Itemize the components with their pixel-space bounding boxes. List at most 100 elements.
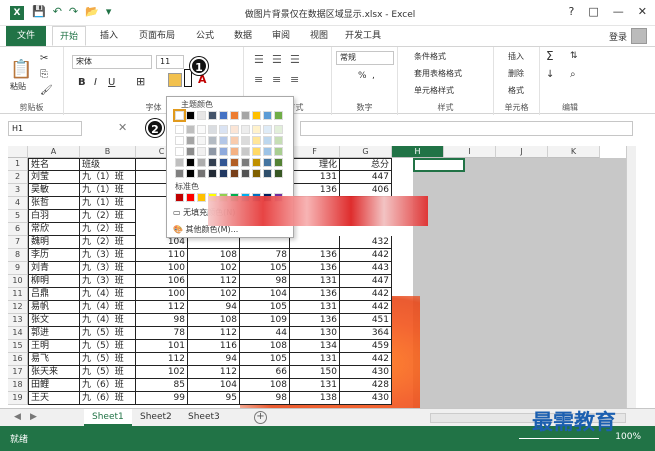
table-cell[interactable]: 张天来 bbox=[28, 366, 80, 379]
row-header[interactable]: 8 bbox=[8, 249, 28, 262]
format-as-table-button[interactable]: 套用表格格式 bbox=[414, 68, 462, 79]
table-cell[interactable]: 99 bbox=[136, 392, 188, 405]
table-cell[interactable]: 100 bbox=[136, 262, 188, 275]
cancel-icon[interactable]: ✕ bbox=[118, 121, 127, 134]
tab-data[interactable]: 数据 bbox=[226, 26, 260, 46]
table-cell[interactable]: 447 bbox=[340, 275, 392, 288]
theme-color-swatch[interactable] bbox=[263, 136, 272, 145]
table-cell[interactable]: 刘青 bbox=[28, 262, 80, 275]
theme-color-swatch[interactable] bbox=[186, 136, 195, 145]
theme-color-swatch[interactable] bbox=[175, 158, 184, 167]
table-cell[interactable]: 112 bbox=[188, 366, 240, 379]
table-cell[interactable]: 101 bbox=[136, 340, 188, 353]
theme-color-swatch[interactable] bbox=[274, 111, 283, 120]
table-cell[interactable]: 430 bbox=[340, 366, 392, 379]
column-header-a[interactable]: A bbox=[28, 146, 80, 158]
table-cell[interactable]: 105 bbox=[240, 353, 290, 366]
table-cell[interactable]: 112 bbox=[188, 327, 240, 340]
table-cell[interactable]: 109 bbox=[240, 314, 290, 327]
login-link[interactable]: 登录 bbox=[609, 30, 627, 43]
table-cell[interactable]: 九（5）班 bbox=[80, 340, 136, 353]
theme-color-swatch[interactable] bbox=[197, 136, 206, 145]
font-size-select[interactable]: 11 bbox=[156, 55, 184, 69]
theme-color-swatch[interactable] bbox=[219, 147, 228, 156]
row-header[interactable]: 2 bbox=[8, 171, 28, 184]
theme-color-swatch[interactable] bbox=[219, 158, 228, 167]
theme-color-swatch[interactable] bbox=[252, 169, 261, 178]
save-icon[interactable]: 💾 bbox=[32, 5, 46, 18]
conditional-format-button[interactable]: 条件格式 bbox=[414, 51, 446, 62]
theme-color-swatch[interactable] bbox=[252, 136, 261, 145]
table-cell[interactable]: 九（1）班 bbox=[80, 171, 136, 184]
table-cell[interactable]: 吕鼎 bbox=[28, 288, 80, 301]
theme-color-swatch[interactable] bbox=[241, 125, 250, 134]
table-cell[interactable]: 王明 bbox=[28, 340, 80, 353]
cell-styles-button[interactable]: 单元格样式 bbox=[414, 85, 454, 96]
close-button[interactable]: ✕ bbox=[638, 5, 647, 18]
help-button[interactable]: ? bbox=[569, 5, 575, 18]
table-cell[interactable]: 九（1）班 bbox=[80, 184, 136, 197]
theme-color-swatch[interactable] bbox=[219, 136, 228, 145]
table-cell[interactable]: 106 bbox=[136, 275, 188, 288]
next-sheet-icon[interactable]: ▶ bbox=[30, 412, 37, 422]
theme-color-swatch[interactable] bbox=[274, 158, 283, 167]
table-cell[interactable]: 131 bbox=[290, 301, 340, 314]
underline-button[interactable]: U bbox=[108, 77, 115, 88]
column-header-j[interactable]: J bbox=[496, 146, 548, 158]
number-format-select[interactable]: 常规 bbox=[336, 51, 394, 65]
row-header[interactable]: 19 bbox=[8, 392, 28, 405]
row-header[interactable]: 9 bbox=[8, 262, 28, 275]
table-cell[interactable]: 442 bbox=[340, 301, 392, 314]
column-header-f[interactable]: F bbox=[290, 146, 340, 158]
theme-color-swatch[interactable] bbox=[208, 125, 217, 134]
comma-button[interactable]: , bbox=[372, 71, 375, 81]
theme-color-swatch[interactable] bbox=[197, 147, 206, 156]
table-cell[interactable]: 张哲 bbox=[28, 197, 80, 210]
minimize-button[interactable]: — bbox=[613, 5, 624, 18]
standard-color-swatch[interactable] bbox=[186, 193, 195, 202]
table-cell[interactable]: 九（1）班 bbox=[80, 197, 136, 210]
theme-color-swatch[interactable] bbox=[274, 136, 283, 145]
table-cell[interactable]: 95 bbox=[188, 392, 240, 405]
fill-color-dropdown[interactable] bbox=[184, 69, 192, 87]
tab-file[interactable]: 文件 bbox=[6, 26, 46, 46]
row-header[interactable]: 11 bbox=[8, 288, 28, 301]
paste-icon[interactable]: 📋 bbox=[10, 59, 32, 80]
table-cell[interactable]: 九（4）班 bbox=[80, 301, 136, 314]
theme-color-swatch[interactable] bbox=[241, 169, 250, 178]
table-cell[interactable]: 136 bbox=[290, 288, 340, 301]
table-cell[interactable]: 白羽 bbox=[28, 210, 80, 223]
active-cell-h2[interactable] bbox=[413, 158, 465, 172]
row-header[interactable]: 18 bbox=[8, 379, 28, 392]
table-cell[interactable]: 44 bbox=[240, 327, 290, 340]
row-header[interactable]: 10 bbox=[8, 275, 28, 288]
table-cell[interactable]: 108 bbox=[188, 314, 240, 327]
qat-more-icon[interactable]: ▾ bbox=[106, 5, 112, 18]
table-cell[interactable]: 432 bbox=[340, 236, 392, 249]
select-all-corner[interactable] bbox=[8, 146, 28, 158]
align-top-icon[interactable]: ☰ bbox=[254, 53, 264, 66]
theme-color-swatch[interactable] bbox=[208, 169, 217, 178]
table-cell[interactable]: 442 bbox=[340, 249, 392, 262]
table-cell[interactable]: 常欣 bbox=[28, 223, 80, 236]
row-header[interactable]: 7 bbox=[8, 236, 28, 249]
table-cell[interactable]: 66 bbox=[240, 366, 290, 379]
table-cell[interactable]: 104 bbox=[240, 288, 290, 301]
table-cell[interactable]: 447 bbox=[340, 171, 392, 184]
table-cell[interactable]: 102 bbox=[136, 366, 188, 379]
table-cell[interactable]: 134 bbox=[290, 340, 340, 353]
row-header[interactable]: 13 bbox=[8, 314, 28, 327]
table-cell[interactable]: 九（3）班 bbox=[80, 249, 136, 262]
format-painter-icon[interactable]: 🖌 bbox=[40, 85, 53, 96]
theme-color-swatch[interactable] bbox=[252, 125, 261, 134]
table-cell[interactable]: 柳明 bbox=[28, 275, 80, 288]
row-header[interactable]: 12 bbox=[8, 301, 28, 314]
table-cell[interactable]: 总分 bbox=[340, 158, 392, 171]
table-cell[interactable]: 李历 bbox=[28, 249, 80, 262]
theme-color-swatch[interactable] bbox=[219, 111, 228, 120]
tab-insert[interactable]: 插入 bbox=[92, 26, 126, 46]
paste-button[interactable]: 粘贴 bbox=[10, 81, 26, 92]
theme-color-swatch[interactable] bbox=[230, 136, 239, 145]
table-cell[interactable]: 112 bbox=[188, 275, 240, 288]
theme-color-swatch[interactable] bbox=[175, 125, 184, 134]
